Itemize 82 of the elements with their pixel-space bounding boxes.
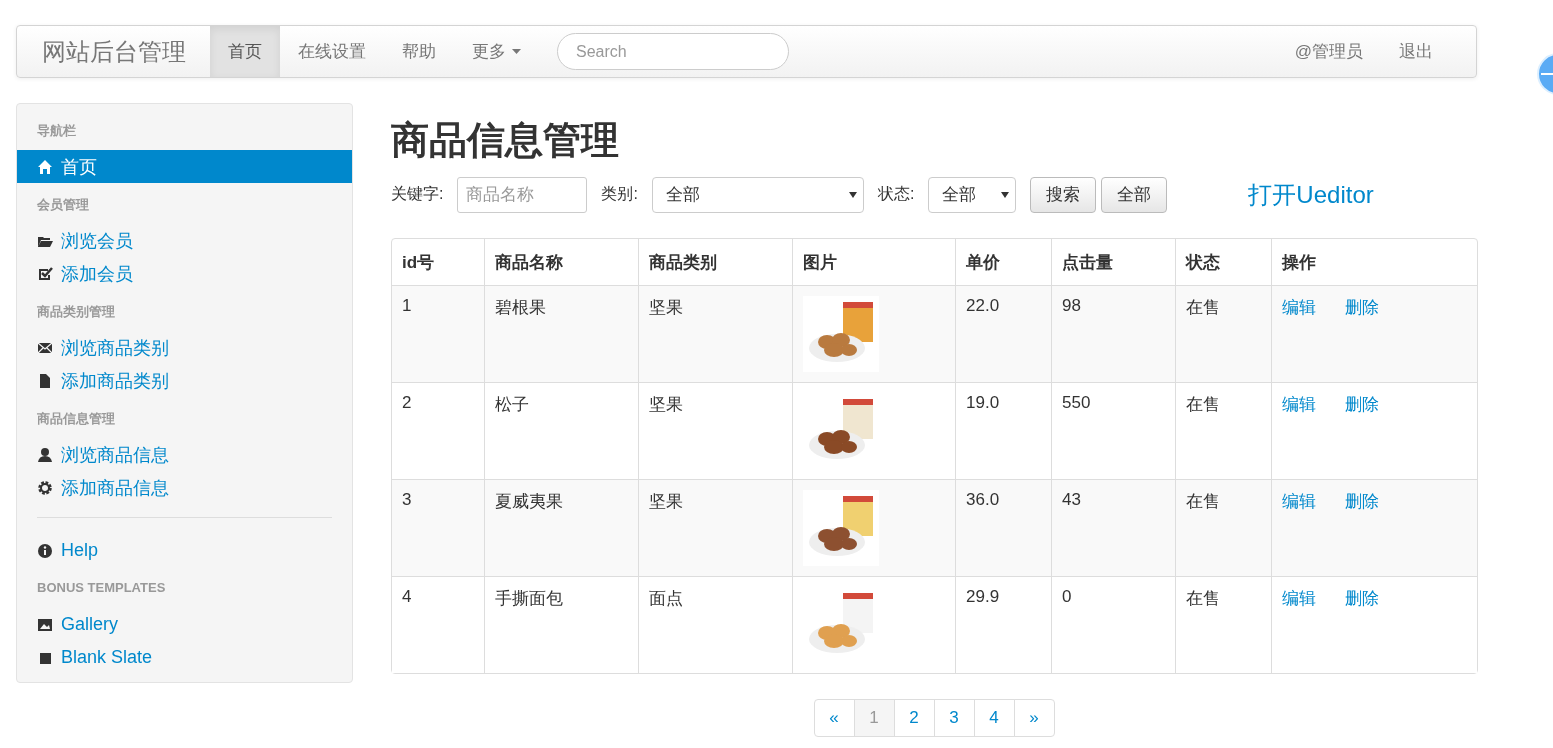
sidebar-item[interactable]: 添加商品信息: [17, 471, 352, 504]
nav-link[interactable]: 退出: [1381, 26, 1476, 77]
table-cell: 1: [392, 285, 484, 382]
table-cell: 面点: [638, 576, 792, 673]
sidebar-header: 商品类别管理: [36, 303, 116, 321]
action-link[interactable]: 编辑: [1282, 298, 1316, 317]
file-icon: [37, 372, 53, 389]
caret-icon: [848, 191, 857, 198]
info-icon: [37, 542, 53, 559]
table-cell: 98: [1051, 285, 1175, 382]
table-cell: 22.0: [955, 285, 1051, 382]
table-cell: 3: [392, 479, 484, 576]
table-cell: 在售: [1175, 382, 1271, 479]
nav-link[interactable]: @管理员: [1276, 26, 1381, 77]
keyword-field[interactable]: 商品名称: [457, 176, 588, 213]
user-icon: [37, 446, 53, 463]
table-cell: 43: [1051, 479, 1175, 576]
table-cell: 在售: [1175, 576, 1271, 673]
status-select[interactable]: 全部: [928, 176, 1017, 213]
caret-icon: [1001, 191, 1010, 198]
page-title: 商品信息管理: [391, 118, 620, 163]
action-link[interactable]: 删除: [1345, 589, 1379, 608]
sidebar-header: 商品信息管理: [36, 410, 116, 428]
table-cell: 在售: [1175, 285, 1271, 382]
sidebar-item[interactable]: 浏览会员: [17, 224, 352, 257]
table-cell: 在售: [1175, 479, 1271, 576]
sidebar-header: 导航栏: [36, 122, 77, 140]
action-link[interactable]: 编辑: [1282, 395, 1316, 414]
sidebar-item[interactable]: 添加商品类别: [17, 364, 352, 397]
page-link[interactable]: »: [1013, 699, 1055, 737]
page-link[interactable]: 4: [973, 699, 1015, 737]
brand-title[interactable]: 网站后台管理: [17, 26, 210, 77]
sidebar-item[interactable]: Help: [17, 534, 352, 567]
sidebar-item[interactable]: 添加会员: [17, 257, 352, 290]
sidebar-item[interactable]: Gallery: [17, 608, 352, 641]
action-link[interactable]: 删除: [1345, 492, 1379, 511]
keyword-label: 关键字:: [391, 184, 444, 204]
page-link[interactable]: «: [813, 699, 855, 737]
table-cell: 29.9: [955, 576, 1051, 673]
category-label: 类别:: [601, 184, 638, 204]
sidebar-item[interactable]: Blank Slate: [17, 641, 352, 674]
table-cell: 36.0: [955, 479, 1051, 576]
nav-tab[interactable]: 更多: [454, 26, 539, 77]
action-link[interactable]: 删除: [1345, 298, 1379, 317]
sidebar-header: BONUS TEMPLATES: [36, 580, 167, 597]
table-cell: 坚果: [638, 285, 792, 382]
table-cell: 4: [392, 576, 484, 673]
filter-button[interactable]: 搜索: [1030, 176, 1097, 213]
ueditor-link[interactable]: 打开Ueditor: [1248, 178, 1374, 211]
caret-icon: [512, 49, 521, 54]
table-cell: 0: [1051, 576, 1175, 673]
page-link[interactable]: 3: [933, 699, 975, 737]
nav-tab[interactable]: 首页: [210, 26, 280, 77]
home-icon: [37, 158, 53, 175]
checkbox-icon: [37, 265, 53, 282]
table-cell: 夏威夷果: [484, 479, 638, 576]
table-cell: 坚果: [638, 479, 792, 576]
page-link[interactable]: 1: [853, 699, 895, 737]
sidebar-item[interactable]: 浏览商品类别: [17, 331, 352, 364]
filter-button[interactable]: 全部: [1101, 176, 1168, 213]
sidebar-item[interactable]: 浏览商品信息: [17, 438, 352, 471]
sidebar-header: 会员管理: [36, 196, 90, 214]
table-cell: 坚果: [638, 382, 792, 479]
search-field[interactable]: Search: [557, 33, 789, 70]
column-header: id号: [401, 251, 436, 274]
action-link[interactable]: 编辑: [1282, 589, 1316, 608]
nav-tab[interactable]: 帮助: [384, 26, 454, 77]
image-icon: [37, 616, 53, 633]
action-link[interactable]: 编辑: [1282, 492, 1316, 511]
gear-icon: [37, 479, 53, 496]
table-cell: 手撕面包: [484, 576, 638, 673]
sidebar-item[interactable]: 首页: [17, 150, 352, 183]
floating-button[interactable]: [1537, 53, 1553, 95]
action-link[interactable]: 删除: [1345, 395, 1379, 414]
page-link[interactable]: 2: [893, 699, 935, 737]
table-cell: 550: [1051, 382, 1175, 479]
category-select[interactable]: 全部: [651, 176, 864, 213]
table-cell: 19.0: [955, 382, 1051, 479]
status-label: 状态:: [877, 184, 915, 204]
nav-tab[interactable]: 在线设置: [280, 26, 384, 77]
table-cell: 松子: [484, 382, 638, 479]
table-cell: 碧根果: [484, 285, 638, 382]
